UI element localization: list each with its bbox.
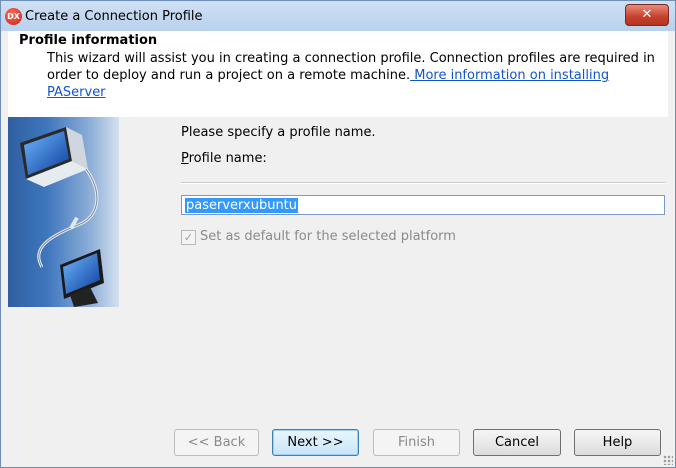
title-bar[interactable]: DX Create a Connection Profile ✕ [1, 1, 675, 31]
profile-name-label: Profile name: [181, 151, 267, 166]
close-icon: ✕ [641, 7, 653, 22]
resize-grip[interactable] [663, 455, 673, 465]
wizard-header: Profile information This wizard will ass… [8, 31, 668, 117]
next-button[interactable]: Next >> [272, 429, 359, 456]
profile-name-value: paserverxubuntu [185, 198, 299, 213]
wizard-banner-image [8, 117, 119, 307]
finish-button: Finish [373, 429, 460, 456]
profile-name-accelerator: P [181, 151, 189, 166]
header-description: This wizard will assist you in creating … [47, 50, 657, 101]
back-button: << Back [174, 429, 259, 456]
help-button[interactable]: Help [574, 429, 661, 456]
default-platform-checkbox: ✓ [181, 230, 196, 245]
window-title: Create a Connection Profile [25, 9, 203, 24]
wizard-content: Please specify a profile name. Profile n… [119, 117, 668, 417]
profile-prompt: Please specify a profile name. [181, 125, 376, 140]
cancel-button[interactable]: Cancel [473, 429, 561, 456]
default-platform-checkbox-label: Set as default for the selected platform [200, 229, 456, 244]
computer-network-illustration-icon [20, 127, 104, 307]
profile-name-label-text: rofile name: [188, 151, 267, 166]
app-logo-icon: DX [5, 8, 22, 25]
create-connection-profile-dialog: DX Create a Connection Profile ✕ Profile… [0, 0, 676, 468]
header-title: Profile information [19, 33, 158, 48]
separator [181, 182, 665, 184]
profile-name-input[interactable]: paserverxubuntu [181, 195, 665, 215]
close-button[interactable]: ✕ [625, 4, 669, 26]
